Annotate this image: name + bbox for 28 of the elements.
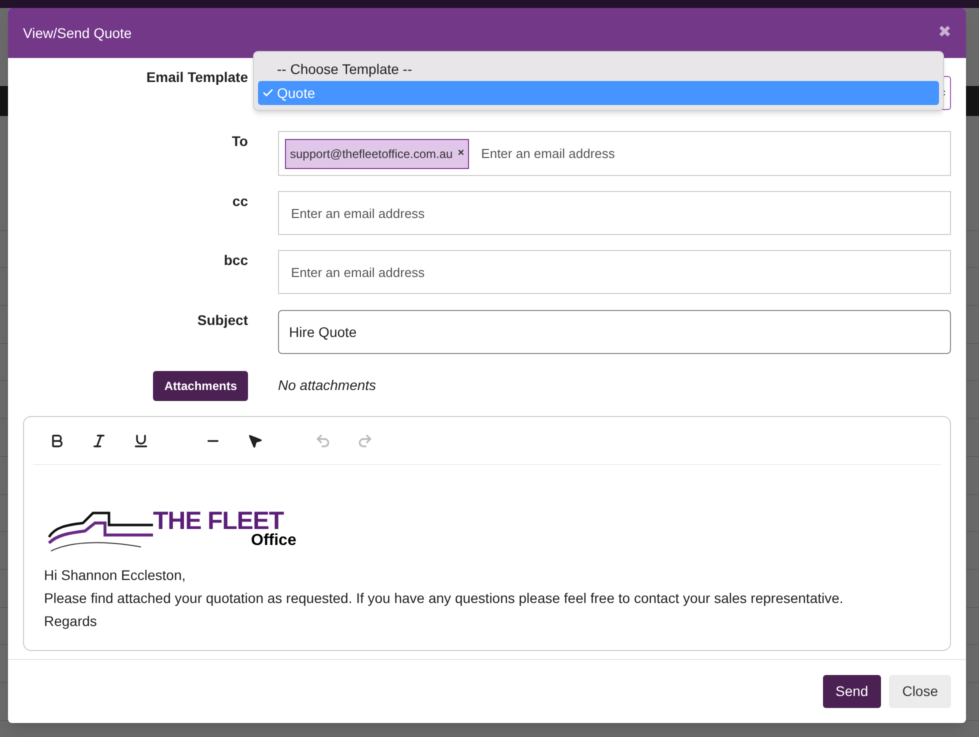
to-field[interactable]: support@thefleetoffice.com.au × Enter an email address — [278, 131, 951, 176]
chip-remove[interactable]: × — [458, 145, 464, 162]
email-input[interactable]: Enter an email address — [481, 144, 944, 164]
email-body-text: Hi Shannon Eccleston, — [44, 566, 187, 585]
email-body-text: Regards — [44, 612, 98, 631]
logo-title: THE FLEET — [153, 509, 284, 534]
close-button[interactable]: Close — [889, 675, 951, 708]
bold-icon[interactable] — [49, 432, 65, 448]
logo-subtitle: Office — [251, 533, 296, 549]
field-label: Subject — [197, 311, 248, 330]
field-label: Email Template — [146, 68, 248, 87]
email-body-text: Please find attached your quotation as requested. If you have any questions please feel free to contact your sales representative. — [44, 589, 844, 608]
email-field[interactable]: Enter an email address — [278, 250, 951, 294]
attachments-status: No attachments — [278, 376, 376, 395]
dialog-title: View/Send Quote — [23, 24, 132, 43]
field-label: bcc — [224, 251, 248, 270]
field-label: cc — [232, 192, 248, 211]
send-button[interactable]: Send — [822, 675, 882, 708]
field-label: To — [232, 132, 248, 151]
attachments-button[interactable]: Attachments — [153, 370, 248, 400]
email-field[interactable]: Enter an email address — [278, 191, 951, 235]
email-chip: support@thefleetoffice.com.au × — [285, 138, 470, 168]
template-option[interactable]: -- Choose Template -- — [258, 57, 939, 81]
subject-field[interactable]: Hire Quote — [278, 310, 951, 354]
pointer-icon[interactable] — [247, 432, 263, 448]
check-icon — [262, 87, 274, 99]
italic-icon[interactable] — [91, 432, 107, 448]
underline-icon[interactable] — [133, 432, 149, 448]
